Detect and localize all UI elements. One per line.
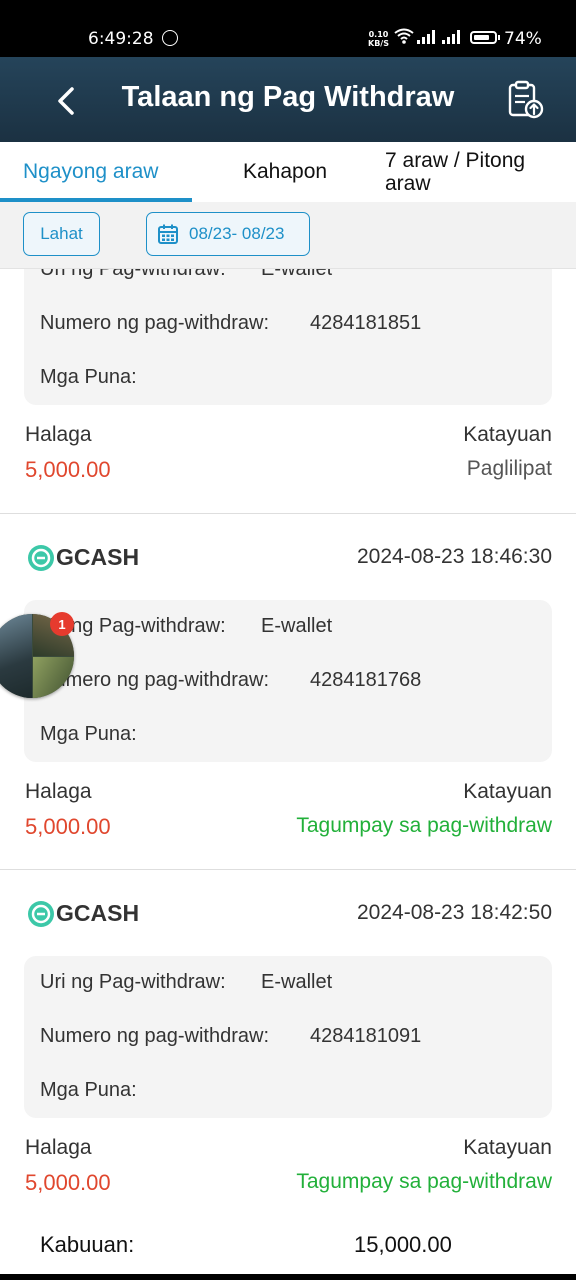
record-datetime: 2024-08-23 18:46:30 — [357, 545, 552, 568]
amount-value: 5,000.00 — [25, 814, 111, 839]
withdraw-number-row: Numero ng pag-withdraw: 4284181768 — [40, 669, 422, 691]
clipboard-upload-icon[interactable] — [505, 79, 547, 121]
withdraw-record: GCASH 2024-08-23 18:46:30 Uri ng Pag-wit… — [0, 531, 576, 867]
amount-value: 5,000.00 — [25, 457, 111, 482]
net-speed: 0.10 KB/S — [368, 30, 389, 48]
record-divider — [0, 869, 576, 870]
amount-label: Halaga — [25, 780, 92, 803]
gcash-logo-icon — [28, 901, 54, 927]
record-divider — [0, 513, 576, 514]
payment-method-name: GCASH — [56, 544, 140, 570]
remarks-row: Mga Puna: — [40, 723, 137, 745]
wifi-icon — [394, 28, 414, 44]
all-filter-button[interactable]: Lahat — [23, 212, 100, 256]
withdraw-type-row: Uri ng Pag-withdraw: E-wallet — [40, 269, 333, 280]
record-datetime: 2024-08-23 18:42:50 — [357, 901, 552, 924]
date-range-text: 08/23- 08/23 — [189, 224, 285, 243]
tab-yesterday[interactable]: Kahapon — [243, 142, 327, 202]
withdraw-number-row: Numero ng pag-withdraw: 4284181851 — [40, 312, 422, 334]
signal-icon — [442, 30, 460, 44]
nav-bar — [0, 1274, 576, 1280]
date-range-button[interactable]: 08/23- 08/23 — [146, 212, 310, 256]
page-title: Talaan ng Pag Withdraw — [121, 81, 455, 113]
total-bar: Kabuuan: 15,000.00 — [0, 1220, 576, 1274]
notification-badge: 1 — [50, 612, 74, 636]
amount-label: Halaga — [25, 1136, 92, 1159]
withdraw-type-row: Uri ng Pag-withdraw: E-wallet — [40, 971, 333, 993]
withdraw-record: Uri ng Pag-withdraw: E-wallet Numero ng p… — [0, 269, 576, 513]
total-value: 15,000.00 — [354, 1232, 452, 1257]
withdraw-record: GCASH 2024-08-23 18:42:50 Uri ng Pag-wit… — [0, 887, 576, 1223]
status-label: Katayuan — [463, 780, 552, 803]
status-value: Tagumpay sa pag-withdraw — [296, 1170, 552, 1193]
tab-today[interactable]: Ngayong araw — [23, 142, 158, 202]
remarks-row: Mga Puna: — [40, 1079, 137, 1101]
record-details-panel: Uri ng Pag-withdraw: E-wallet Numero ng p… — [24, 956, 552, 1118]
signal-icon — [417, 30, 435, 44]
withdraw-record-list[interactable]: Uri ng Pag-withdraw: E-wallet Numero ng p… — [0, 269, 576, 1274]
amount-label: Halaga — [25, 423, 92, 446]
calendar-icon — [158, 224, 178, 244]
filter-bar: Lahat 08/23- 08/23 — [0, 202, 576, 269]
amount-value: 5,000.00 — [25, 1170, 111, 1195]
withdraw-number-row: Numero ng pag-withdraw: 4284181091 — [40, 1025, 422, 1047]
record-header: GCASH 2024-08-23 18:42:50 — [26, 887, 552, 947]
messenger-icon — [162, 30, 178, 46]
record-details-panel: Uri ng Pag-withdraw: E-wallet Numero ng p… — [24, 269, 552, 405]
status-label: Katayuan — [463, 1136, 552, 1159]
status-value: Paglilipat — [466, 457, 552, 480]
payment-method-name: GCASH — [56, 900, 140, 926]
gcash-logo-icon — [28, 545, 54, 571]
remarks-row: Mga Puna: — [40, 366, 137, 388]
status-value: Tagumpay sa pag-withdraw — [296, 814, 552, 837]
date-tabs: Ngayong araw Kahapon 7 araw / Pitong ara… — [0, 142, 576, 203]
record-header: GCASH 2024-08-23 18:46:30 — [26, 531, 552, 591]
tab-7-days[interactable]: 7 araw / Pitong araw — [385, 142, 555, 202]
record-details-panel: Uri ng Pag-withdraw: E-wallet Numero ng p… — [24, 600, 552, 762]
status-bar: 6:49:28 0.10 KB/S 74% — [0, 0, 576, 57]
total-label: Kabuuan: — [40, 1232, 135, 1257]
battery-icon — [470, 31, 500, 44]
status-time: 6:49:28 — [88, 29, 154, 49]
battery-percent: 74% — [504, 29, 542, 49]
status-label: Katayuan — [463, 423, 552, 446]
app-header: Talaan ng Pag Withdraw — [0, 57, 576, 142]
